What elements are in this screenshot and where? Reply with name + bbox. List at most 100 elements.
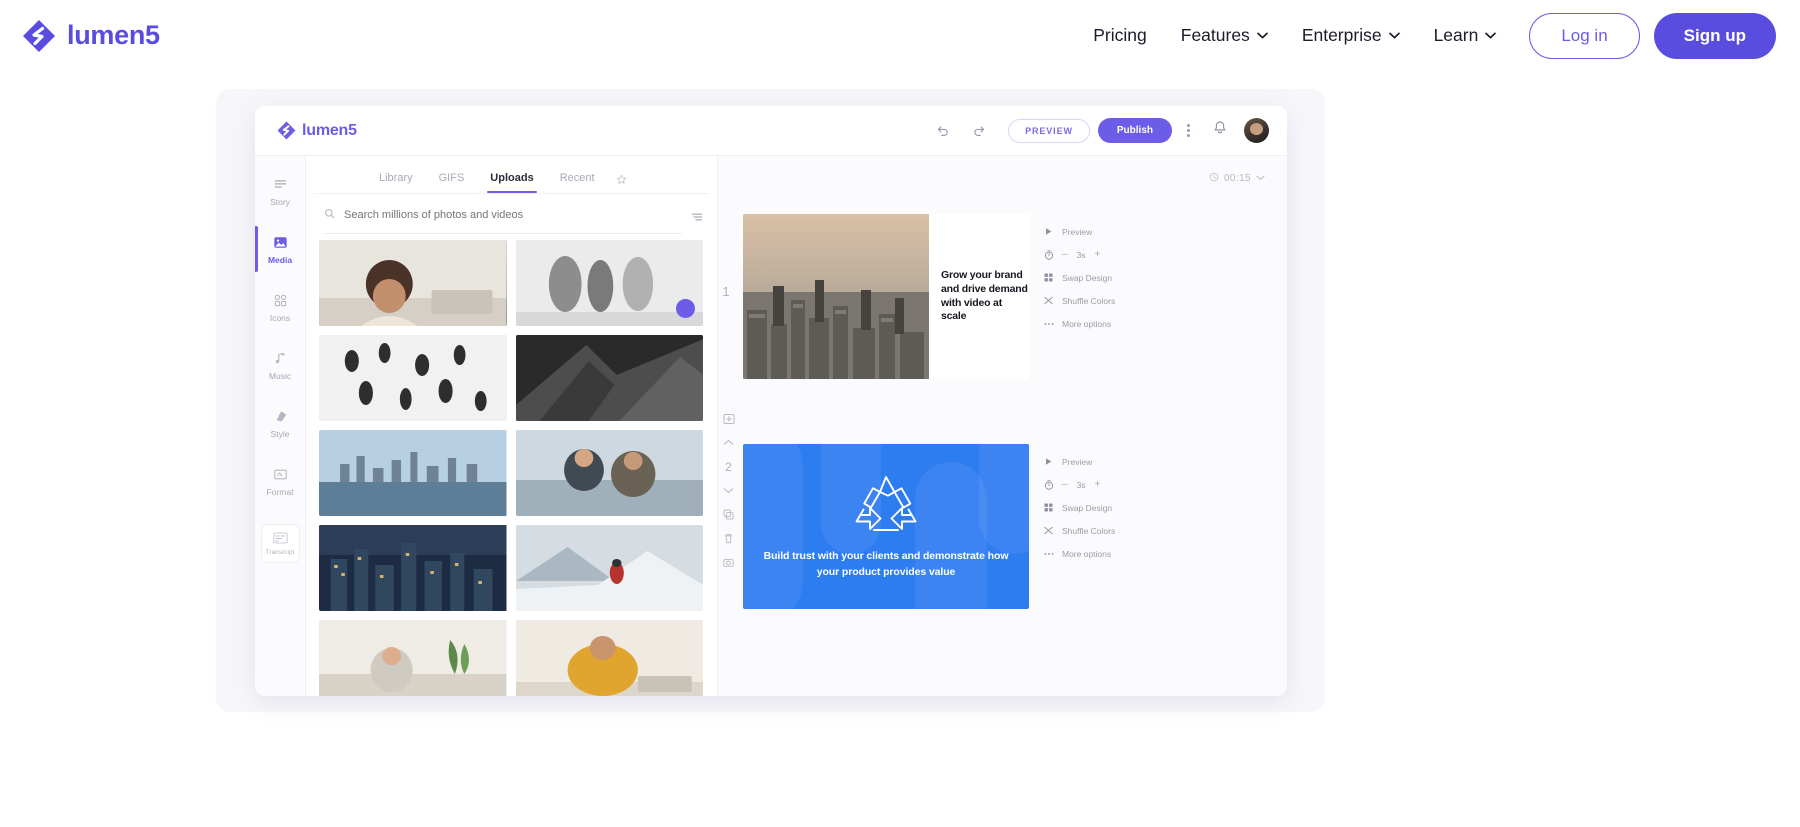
scene-option-duration[interactable]: – 3s + bbox=[1039, 473, 1119, 496]
undo-icon[interactable] bbox=[930, 118, 956, 144]
media-panel: Library GIFS Uploads Recent bbox=[306, 156, 718, 696]
sidebar-item-style[interactable]: Style bbox=[255, 394, 305, 452]
search-input[interactable] bbox=[344, 209, 682, 221]
transcript-label: Transcript bbox=[265, 548, 295, 556]
scene-option-label: More options bbox=[1062, 548, 1112, 559]
scene-option-preview[interactable]: Preview bbox=[1039, 220, 1119, 243]
nav-item-learn[interactable]: Learn bbox=[1417, 15, 1514, 56]
media-thumbnail[interactable] bbox=[319, 525, 507, 611]
user-avatar[interactable] bbox=[1244, 118, 1269, 143]
decorative-blob bbox=[979, 444, 1029, 554]
nav-label: Enterprise bbox=[1301, 25, 1382, 45]
ellipsis-icon bbox=[1043, 318, 1054, 329]
publish-button[interactable]: Publish bbox=[1097, 118, 1172, 143]
scene-preview[interactable]: Build trust with your clients and demons… bbox=[743, 444, 1029, 609]
sidebar-item-icons[interactable]: Icons bbox=[255, 278, 305, 336]
scene-option-label: Swap Design bbox=[1062, 502, 1113, 513]
lumen5-editor-window: lumen5 PREVIEW Publish Story Media Icons… bbox=[255, 106, 1287, 696]
format-frame-icon bbox=[272, 466, 289, 483]
bell-icon[interactable] bbox=[1212, 120, 1228, 141]
scene-option-label: More options bbox=[1062, 318, 1112, 329]
media-thumbnail[interactable] bbox=[319, 240, 507, 326]
scene-1: 1 Grow your brand and drive demand with … bbox=[718, 214, 1119, 379]
editor-sidebar: Story Media Icons Music Style Format Tra… bbox=[255, 156, 306, 696]
duration-value: 3s bbox=[1076, 249, 1086, 260]
scene-option-shuffle-colors[interactable]: Shuffle Colors bbox=[1039, 519, 1119, 542]
transcript-button[interactable]: Transcript bbox=[260, 524, 300, 563]
sidebar-item-label: Music bbox=[268, 370, 292, 381]
signup-button[interactable]: Sign up bbox=[1653, 12, 1776, 59]
sidebar-item-label: Format bbox=[266, 486, 294, 497]
media-thumbnail[interactable] bbox=[515, 620, 703, 696]
sidebar-item-format[interactable]: Format bbox=[255, 452, 305, 510]
lumen5-logo-icon bbox=[277, 121, 296, 140]
duration-stepper[interactable]: – 3s + bbox=[1062, 249, 1100, 260]
scene-option-more[interactable]: More options bbox=[1039, 312, 1119, 335]
search-field[interactable] bbox=[324, 206, 682, 234]
media-thumbnail[interactable] bbox=[515, 430, 703, 516]
editor-logo[interactable]: lumen5 bbox=[277, 121, 357, 140]
duration-increase-button[interactable]: + bbox=[1095, 479, 1101, 490]
tab-library[interactable]: Library bbox=[366, 166, 426, 193]
hero-section: lumen5 PREVIEW Publish Story Media Icons… bbox=[0, 71, 1800, 827]
preview-button[interactable]: PREVIEW bbox=[1008, 118, 1090, 143]
duration-decrease-button[interactable]: – bbox=[1062, 249, 1068, 260]
scene-preview[interactable]: Grow your brand and drive demand with vi… bbox=[743, 214, 1029, 379]
recycle-symbol-blue: Build trust with your clients and demons… bbox=[743, 444, 1029, 609]
sidebar-item-media[interactable]: Media bbox=[255, 220, 305, 278]
timer-icon bbox=[1043, 479, 1054, 490]
chevron-down-icon bbox=[1256, 32, 1268, 39]
play-icon bbox=[1043, 226, 1054, 237]
clock-icon bbox=[1209, 172, 1219, 185]
editor-brand-name: lumen5 bbox=[302, 121, 357, 139]
scene-option-label: Preview bbox=[1062, 226, 1093, 237]
media-thumbnail[interactable] bbox=[319, 430, 507, 516]
media-search-row bbox=[306, 194, 717, 234]
selected-badge bbox=[676, 299, 695, 318]
add-scene-icon[interactable] bbox=[722, 412, 735, 425]
media-thumbnail[interactable] bbox=[515, 335, 703, 421]
tab-gifs[interactable]: GIFS bbox=[426, 166, 478, 193]
editor-topbar-actions: PREVIEW Publish bbox=[930, 118, 1287, 144]
scene-option-label: Shuffle Colors bbox=[1062, 525, 1116, 536]
video-duration[interactable]: 00:15 bbox=[1209, 172, 1265, 185]
grid-squares-icon bbox=[1043, 502, 1054, 513]
shuffle-icon bbox=[1043, 525, 1054, 536]
nav-label: Features bbox=[1180, 25, 1250, 45]
duration-decrease-button[interactable]: – bbox=[1062, 479, 1068, 490]
site-logo[interactable]: lumen5 bbox=[22, 19, 160, 53]
scene-option-preview[interactable]: Preview bbox=[1039, 450, 1119, 473]
duration-increase-button[interactable]: + bbox=[1095, 249, 1101, 260]
star-icon[interactable] bbox=[616, 174, 627, 185]
duration-stepper[interactable]: – 3s + bbox=[1062, 479, 1100, 490]
sidebar-item-story[interactable]: Story bbox=[255, 162, 305, 220]
login-button[interactable]: Log in bbox=[1529, 12, 1640, 59]
nav-item-enterprise[interactable]: Enterprise bbox=[1285, 15, 1417, 56]
filter-sliders-icon[interactable] bbox=[691, 211, 703, 229]
scene-number: 1 bbox=[722, 284, 730, 299]
style-palette-icon bbox=[272, 408, 289, 425]
scene-option-duration[interactable]: – 3s + bbox=[1039, 243, 1119, 266]
chevron-down-icon bbox=[1256, 173, 1265, 184]
media-thumbnail[interactable] bbox=[515, 525, 703, 611]
chevron-down-icon bbox=[1485, 32, 1497, 39]
tab-uploads[interactable]: Uploads bbox=[477, 166, 546, 193]
lumen5-logo-icon bbox=[22, 19, 56, 53]
media-thumbnail[interactable] bbox=[319, 620, 507, 696]
media-thumbnail[interactable] bbox=[515, 240, 703, 326]
scene-option-swap-design[interactable]: Swap Design bbox=[1039, 266, 1119, 289]
sidebar-item-music[interactable]: Music bbox=[255, 336, 305, 394]
media-thumbnail[interactable] bbox=[319, 335, 507, 421]
media-thumbnail-grid bbox=[319, 240, 709, 696]
tab-recent[interactable]: Recent bbox=[547, 166, 608, 193]
nav-item-features[interactable]: Features bbox=[1164, 15, 1285, 56]
play-icon bbox=[1043, 456, 1054, 467]
kebab-menu-icon[interactable] bbox=[1187, 124, 1190, 137]
scene-option-swap-design[interactable]: Swap Design bbox=[1039, 496, 1119, 519]
ellipsis-icon bbox=[1043, 548, 1054, 559]
scene-option-more[interactable]: More options bbox=[1039, 542, 1119, 565]
redo-icon[interactable] bbox=[966, 118, 992, 144]
scene-option-shuffle-colors[interactable]: Shuffle Colors bbox=[1039, 289, 1119, 312]
decorative-blob bbox=[743, 444, 803, 609]
nav-item-pricing[interactable]: Pricing bbox=[1076, 15, 1164, 56]
